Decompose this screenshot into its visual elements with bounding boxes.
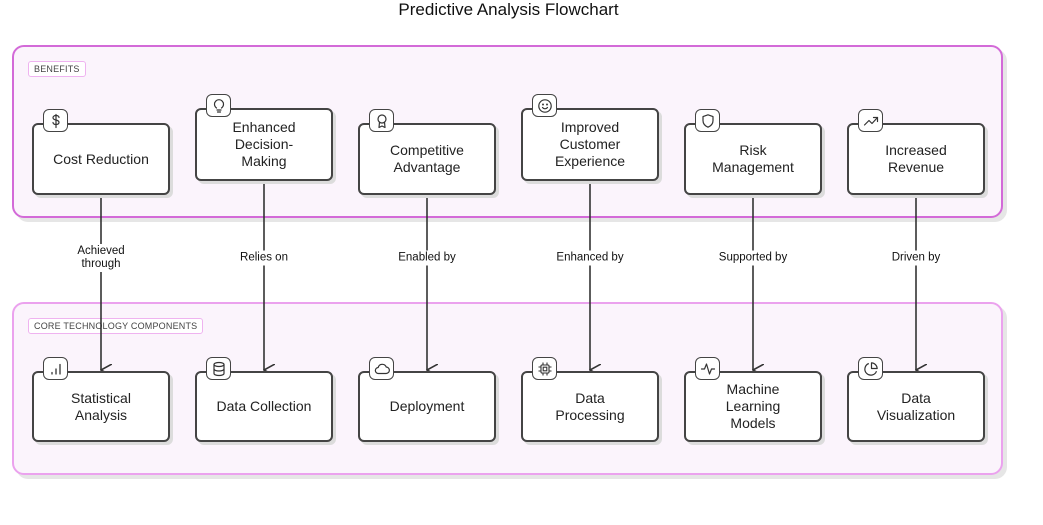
node-enhanced-decision-making[interactable]: Enhanced Decision- Making bbox=[195, 108, 333, 181]
smiley-icon bbox=[532, 94, 557, 117]
lightbulb-icon bbox=[206, 94, 231, 117]
edge-label: Supported by bbox=[718, 250, 788, 266]
node-label: Risk Management bbox=[712, 142, 794, 175]
node-label: Data Processing bbox=[555, 389, 625, 423]
core-technology-group-label: CORE TECHNOLOGY COMPONENTS bbox=[28, 318, 204, 334]
edge-label: Enhanced by bbox=[556, 250, 624, 266]
node-label: Data Collection bbox=[216, 398, 312, 414]
cpu-chip-icon bbox=[532, 357, 557, 380]
node-risk-management[interactable]: Risk Management bbox=[684, 123, 822, 195]
bar-chart-icon bbox=[43, 357, 68, 380]
node-label: Increased Revenue bbox=[885, 142, 947, 175]
diagram-title: Predictive Analysis Flowchart bbox=[398, 0, 619, 19]
node-label: Machine Learning Models bbox=[725, 381, 781, 431]
edge-label: Enabled by bbox=[398, 250, 456, 266]
edge-label: Relies on bbox=[240, 250, 288, 266]
node-label: Cost Reduction bbox=[53, 150, 149, 167]
node-label: Improved Customer Experience bbox=[554, 119, 626, 169]
activity-pulse-icon bbox=[695, 357, 720, 380]
trending-up-icon bbox=[858, 109, 883, 132]
cloud-icon bbox=[369, 357, 394, 380]
edge-label: Achieved through bbox=[77, 244, 125, 272]
node-improved-customer-experience[interactable]: Improved Customer Experience bbox=[521, 108, 659, 181]
node-cost-reduction[interactable]: Cost Reduction bbox=[32, 123, 170, 195]
node-machine-learning-models[interactable]: Machine Learning Models bbox=[684, 371, 822, 442]
node-data-processing[interactable]: Data Processing bbox=[521, 371, 659, 442]
node-label: Competitive Advantage bbox=[390, 142, 464, 175]
node-increased-revenue[interactable]: Increased Revenue bbox=[847, 123, 985, 195]
node-label: Data Visualization bbox=[876, 389, 956, 423]
pie-chart-icon bbox=[858, 357, 883, 380]
node-data-visualization[interactable]: Data Visualization bbox=[847, 371, 985, 442]
node-competitive-advantage[interactable]: Competitive Advantage bbox=[358, 123, 496, 195]
award-ribbon-icon bbox=[369, 109, 394, 132]
database-icon bbox=[206, 357, 231, 380]
dollar-icon bbox=[43, 109, 68, 132]
node-label: Enhanced Decision- Making bbox=[232, 119, 296, 169]
benefits-group-label: BENEFITS bbox=[28, 61, 86, 77]
node-data-collection[interactable]: Data Collection bbox=[195, 371, 333, 442]
node-label: Deployment bbox=[389, 398, 465, 414]
edge-label: Driven by bbox=[891, 250, 941, 266]
node-statistical-analysis[interactable]: Statistical Analysis bbox=[32, 371, 170, 442]
shield-icon bbox=[695, 109, 720, 132]
node-label: Statistical Analysis bbox=[71, 389, 131, 423]
node-deployment[interactable]: Deployment bbox=[358, 371, 496, 442]
